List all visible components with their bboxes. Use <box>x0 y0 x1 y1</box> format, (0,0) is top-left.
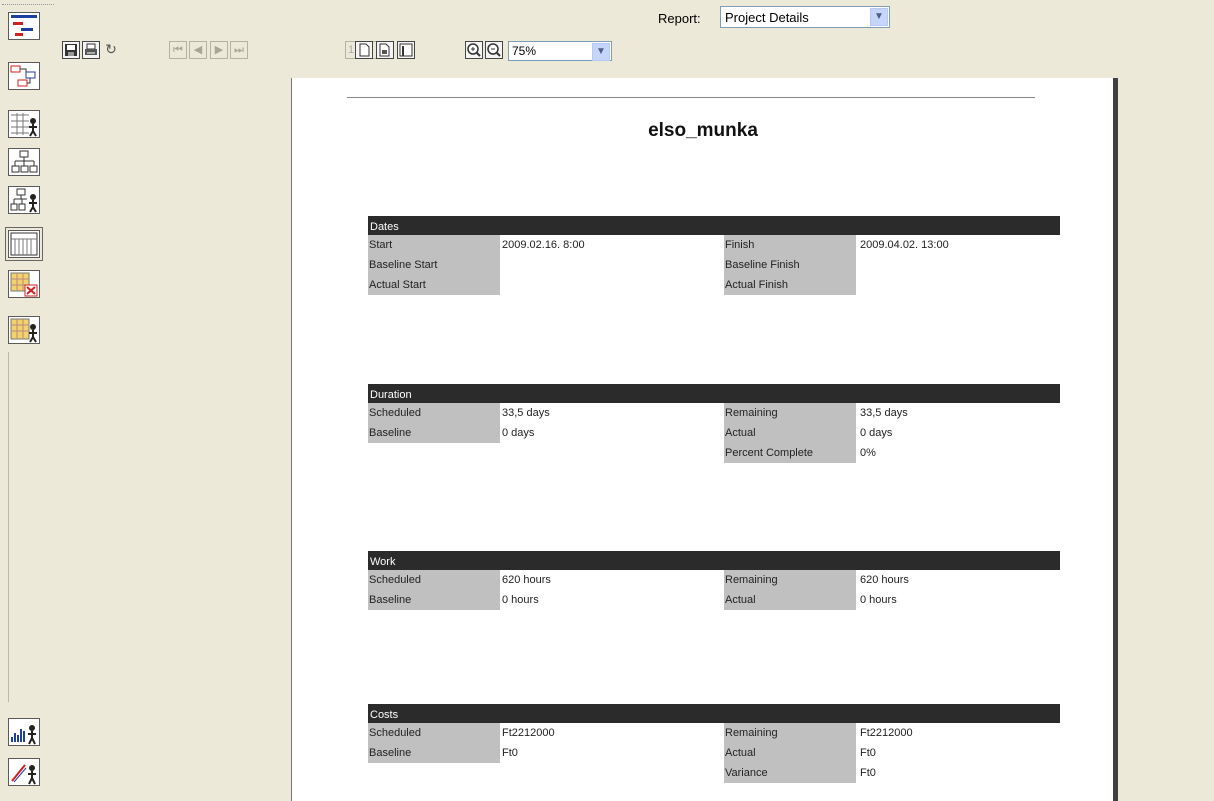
section-heading: Duration <box>368 384 1060 403</box>
next-page-icon[interactable]: ▶ <box>210 41 228 59</box>
field-label: Actual Start <box>368 275 500 295</box>
field-value: Ft0 <box>860 747 876 759</box>
field-label <box>368 763 500 783</box>
report-select-value: Project Details <box>725 10 809 25</box>
viewbar-grip[interactable] <box>2 4 54 6</box>
print-button[interactable] <box>82 41 100 59</box>
section-heading: Dates <box>368 216 1060 235</box>
resource-wbs-icon[interactable] <box>8 186 40 214</box>
field-label <box>368 443 500 463</box>
field-value: 620 hours <box>502 574 551 586</box>
field-row: Start 2009.02.16. 8:00 Finish 2009.04.02. 1… <box>368 235 1060 255</box>
view-bar <box>0 0 59 801</box>
field-label: Actual Finish <box>724 275 856 295</box>
field-label: Remaining <box>724 570 856 590</box>
multi-page-icon[interactable] <box>376 41 394 59</box>
refresh-icon[interactable]: ↻ <box>102 41 120 59</box>
report-preview-area: elso_munka Dates Start 2009.02.16. 8:00 Fin… <box>58 78 1214 801</box>
field-row: Baseline Ft0 Actual Ft0 <box>368 743 1060 763</box>
report-toolbar: Report: Project Details ▼ ↻ ⏮ ◀ ▶ ⏭ 1 75… <box>58 0 1214 78</box>
header-rule <box>347 97 1035 98</box>
field-label: Remaining <box>724 723 856 743</box>
resource-sheet-icon[interactable] <box>8 110 40 138</box>
network-diagram-icon[interactable] <box>8 62 40 90</box>
field-row: Variance Ft0 <box>368 763 1060 783</box>
report-label: Report: <box>658 11 701 26</box>
page-width-icon[interactable] <box>397 41 415 59</box>
page-edge <box>1113 78 1118 801</box>
field-row: Scheduled 620 hours Remaining 620 hours <box>368 570 1060 590</box>
section-heading: Costs <box>368 704 1060 723</box>
report-title: elso_munka <box>648 120 758 141</box>
zoom-in-icon[interactable] <box>465 41 483 59</box>
resource-graph-icon[interactable] <box>8 718 40 746</box>
field-label: Variance <box>724 763 856 783</box>
field-label: Baseline <box>368 423 500 443</box>
section-duration: Duration Scheduled 33,5 days Remaining 33,5 … <box>368 384 1060 463</box>
field-label: Baseline <box>368 590 500 610</box>
report-select[interactable]: Project Details ▼ <box>720 6 890 28</box>
field-label: Start <box>368 235 500 255</box>
field-row: Actual Start Actual Finish <box>368 275 1060 295</box>
single-page-icon[interactable] <box>355 41 373 59</box>
section-work: Work Scheduled 620 hours Remaining 620 hours… <box>368 551 1060 610</box>
field-value: Ft0 <box>860 767 876 779</box>
report-page: elso_munka Dates Start 2009.02.16. 8:00 Fin… <box>291 78 1114 801</box>
zoom-select[interactable]: 75% ▼ <box>508 41 612 61</box>
zoom-select-value: 75% <box>512 44 537 58</box>
calendar-grid-icon[interactable] <box>5 227 43 261</box>
field-label: Baseline Finish <box>724 255 856 275</box>
viewbar-divider <box>8 352 9 702</box>
resource-usage-icon[interactable] <box>8 316 40 344</box>
field-label: Actual <box>724 743 856 763</box>
field-value: Ft0 <box>502 747 518 759</box>
field-row: Baseline 0 days Actual 0 days <box>368 423 1060 443</box>
field-row: Percent Complete 0% <box>368 443 1060 463</box>
field-label: Actual <box>724 423 856 443</box>
field-value: 620 hours <box>860 574 909 586</box>
section-heading: Work <box>368 551 1060 570</box>
field-value: 0 hours <box>502 594 539 606</box>
field-value: 2009.04.02. 13:00 <box>860 239 949 251</box>
field-row: Baseline Start Baseline Finish <box>368 255 1060 275</box>
save-button[interactable] <box>62 41 80 59</box>
field-value: Ft2212000 <box>502 727 555 739</box>
field-label: Baseline Start <box>368 255 500 275</box>
section-costs: Costs Scheduled Ft2212000 Remaining Ft221200… <box>368 704 1060 783</box>
field-label: Baseline <box>368 743 500 763</box>
field-value: 0 hours <box>860 594 897 606</box>
previous-page-icon[interactable]: ◀ <box>189 41 207 59</box>
zoom-chevron-down-icon[interactable]: ▼ <box>592 43 610 61</box>
field-label: Scheduled <box>368 403 500 423</box>
tracking-gantt-icon[interactable] <box>8 758 40 786</box>
field-value: 0% <box>860 447 876 459</box>
field-label: Scheduled <box>368 723 500 743</box>
gantt-chart-icon[interactable] <box>8 12 40 40</box>
section-dates: Dates Start 2009.02.16. 8:00 Finish 2009.04.… <box>368 216 1060 295</box>
zoom-out-icon[interactable] <box>485 41 503 59</box>
field-value: Ft2212000 <box>860 727 913 739</box>
field-label: Actual <box>724 590 856 610</box>
field-row: Baseline 0 hours Actual 0 hours <box>368 590 1060 610</box>
task-sheet-delete-icon[interactable] <box>8 270 40 298</box>
field-value: 33,5 days <box>860 407 908 419</box>
field-value: 0 days <box>502 427 535 439</box>
field-label: Finish <box>724 235 856 255</box>
field-row: Scheduled Ft2212000 Remaining Ft2212000 <box>368 723 1060 743</box>
field-row: Scheduled 33,5 days Remaining 33,5 days <box>368 403 1060 423</box>
field-label: Percent Complete <box>724 443 856 463</box>
field-value: 0 days <box>860 427 893 439</box>
field-value: 2009.02.16. 8:00 <box>502 239 585 251</box>
field-value: 33,5 days <box>502 407 550 419</box>
field-label: Scheduled <box>368 570 500 590</box>
chevron-down-icon[interactable]: ▼ <box>870 8 888 26</box>
first-page-icon[interactable]: ⏮ <box>169 41 187 59</box>
field-label: Remaining <box>724 403 856 423</box>
last-page-icon[interactable]: ⏭ <box>230 41 248 59</box>
wbs-chart-icon[interactable] <box>8 148 40 176</box>
